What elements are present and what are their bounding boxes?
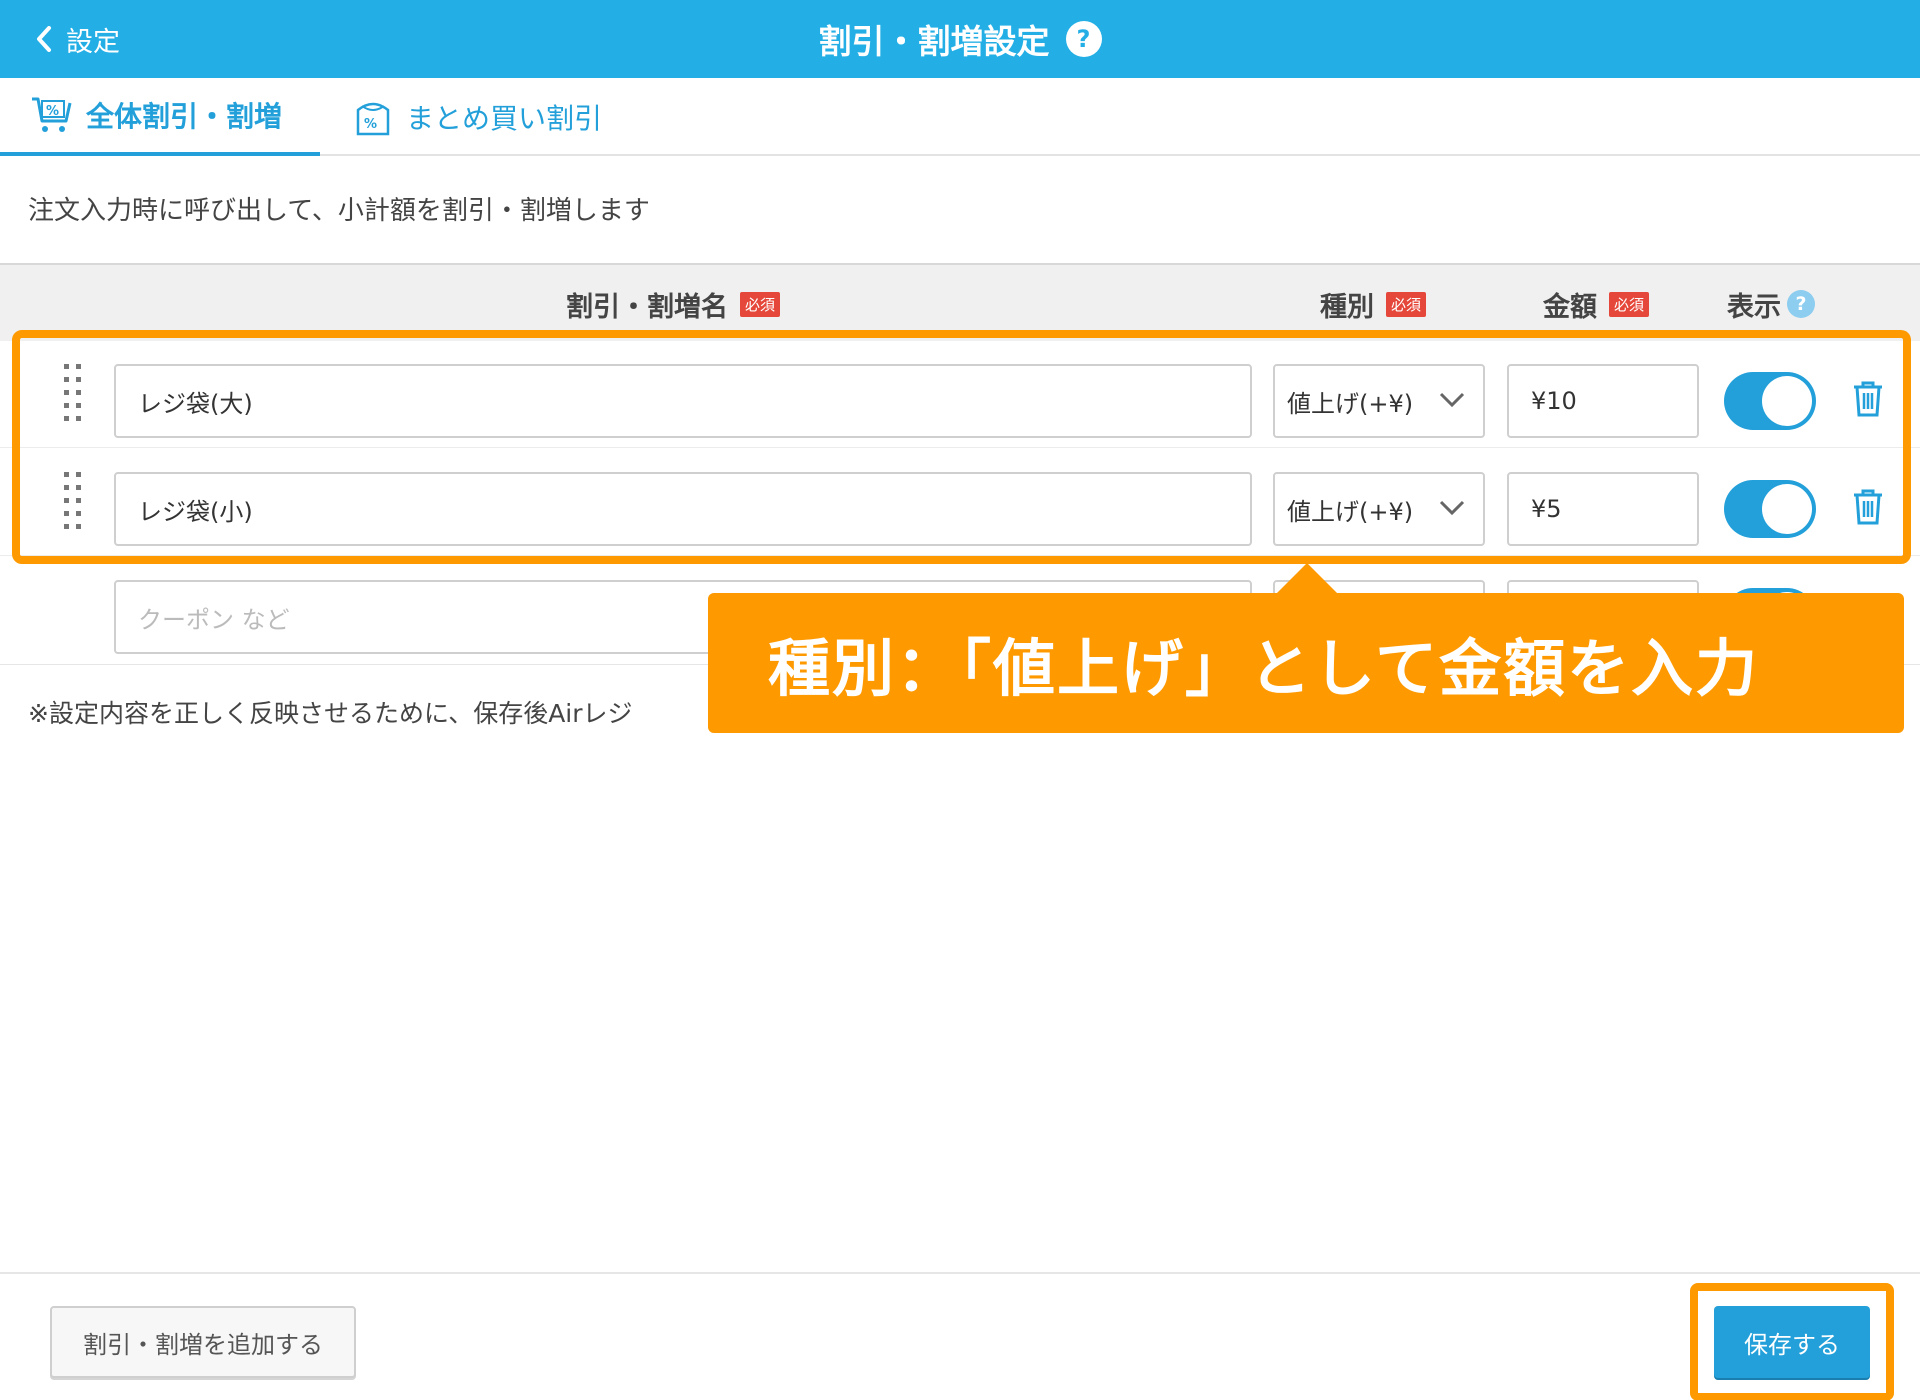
required-badge: 必須: [1609, 291, 1650, 317]
tab-overall-discount[interactable]: % 全体割引・割増: [0, 78, 320, 156]
annotation-callout: 種別：「値上げ」として金額を入力: [708, 593, 1904, 733]
page-title: 割引・割増設定: [818, 22, 1050, 61]
tab-label: まとめ買い割引: [406, 102, 603, 135]
page-description: 注文入力時に呼び出して、小計額を割引・割増します: [28, 196, 650, 226]
tab-label: 全体割引・割増: [86, 100, 283, 133]
footer-bar: 割引・割増を追加する 保存する: [0, 1272, 1920, 1400]
column-label: 種別: [1320, 291, 1374, 323]
add-discount-button[interactable]: 割引・割増を追加する: [50, 1306, 356, 1378]
required-badge: 必須: [740, 291, 781, 317]
column-label: 表示: [1727, 291, 1781, 323]
help-icon[interactable]: ?: [1065, 21, 1102, 57]
tab-bulk-discount[interactable]: % まとめ買い割引: [352, 78, 652, 156]
cart-percent-icon: %: [32, 97, 72, 132]
app-header: 設定 割引・割増設定 ?: [0, 0, 1920, 78]
save-button[interactable]: 保存する: [1714, 1306, 1870, 1378]
column-label: 金額: [1543, 291, 1597, 323]
bag-percent-icon: %: [356, 102, 390, 136]
help-icon[interactable]: ?: [1787, 290, 1815, 318]
page-title-wrap: 割引・割増設定 ?: [0, 0, 1920, 78]
callout-pointer: [1275, 563, 1339, 595]
save-note: ※設定内容を正しく反映させるために、保存後Airレジ: [28, 699, 633, 728]
svg-text:%: %: [364, 117, 377, 132]
column-label: 割引・割増名: [566, 291, 728, 323]
name-input-placeholder: クーポン など: [138, 605, 290, 634]
rows-highlight-frame: [12, 330, 1911, 564]
svg-text:%: %: [46, 104, 59, 119]
required-badge: 必須: [1386, 291, 1427, 317]
tab-bar: % 全体割引・割増 % まとめ買い割引: [0, 78, 1920, 156]
